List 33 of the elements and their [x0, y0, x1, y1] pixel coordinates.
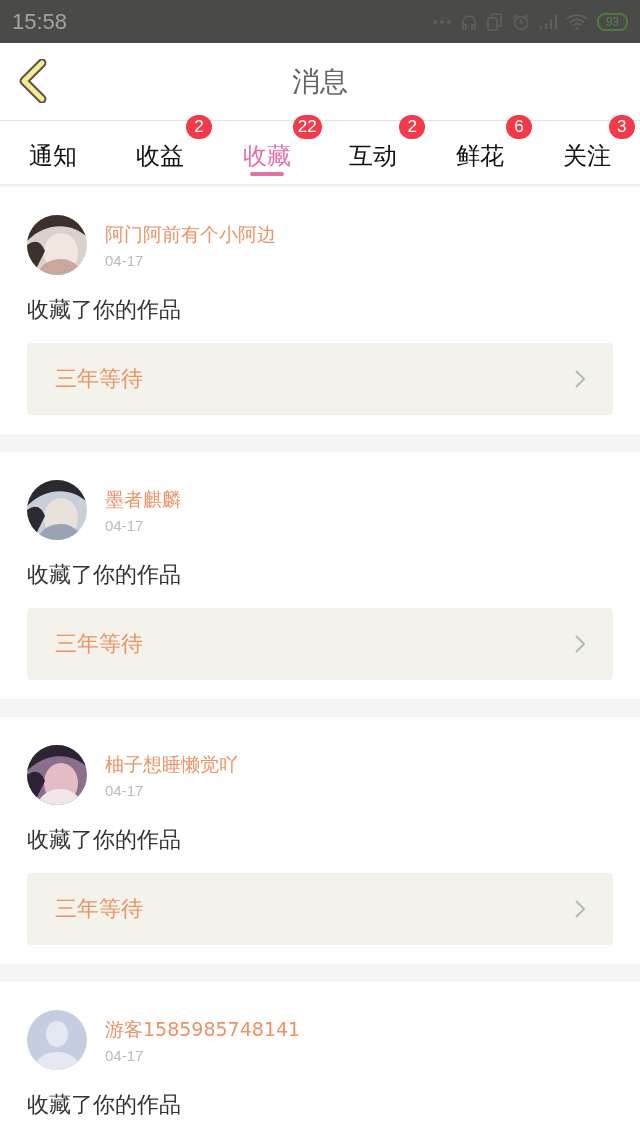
- tab[interactable]: 互动: [347, 135, 400, 176]
- avatar-icon: [27, 1010, 87, 1070]
- work-link[interactable]: 三年等待: [27, 343, 613, 415]
- count-badge: 2: [186, 115, 212, 139]
- chevron-right-icon: [575, 635, 585, 653]
- message-date: 04-17: [105, 1046, 145, 1064]
- clock-time: 15:58: [12, 8, 68, 35]
- back-icon[interactable]: [18, 59, 48, 103]
- message-text: 收藏了你的作品: [27, 561, 182, 589]
- chevron-right-icon: [575, 900, 585, 918]
- message-date: 04-17: [105, 251, 145, 269]
- count-badge: 2: [399, 115, 426, 139]
- user-name[interactable]: 游客1585985748141: [105, 1016, 301, 1043]
- tab[interactable]: 鲜花: [454, 135, 506, 176]
- user-name[interactable]: 柚子想睡懒觉吖: [105, 751, 238, 778]
- message-date: 04-17: [105, 516, 145, 534]
- count-badge: 3: [608, 115, 635, 139]
- page-title: 消息: [292, 63, 348, 100]
- chevron-right-icon: [575, 370, 585, 388]
- tab-indicator: [249, 172, 284, 176]
- user-name[interactable]: 阿门阿前有个小阿边: [105, 221, 276, 248]
- work-link[interactable]: 三年等待: [27, 608, 613, 680]
- message-text: 收藏了你的作品: [27, 1091, 182, 1119]
- tab[interactable]: 收益: [134, 135, 186, 176]
- count-badge: 22: [292, 115, 322, 139]
- message-text: 收藏了你的作品: [27, 296, 182, 324]
- message-date: 04-17: [105, 781, 145, 799]
- count-badge: 6: [506, 115, 532, 139]
- work-link[interactable]: 三年等待: [27, 873, 613, 945]
- message-text: 收藏了你的作品: [27, 826, 182, 854]
- tab[interactable]: 通知: [27, 135, 80, 176]
- user-name[interactable]: 墨者麒麟: [105, 486, 181, 513]
- tab[interactable]: 收藏: [240, 135, 293, 176]
